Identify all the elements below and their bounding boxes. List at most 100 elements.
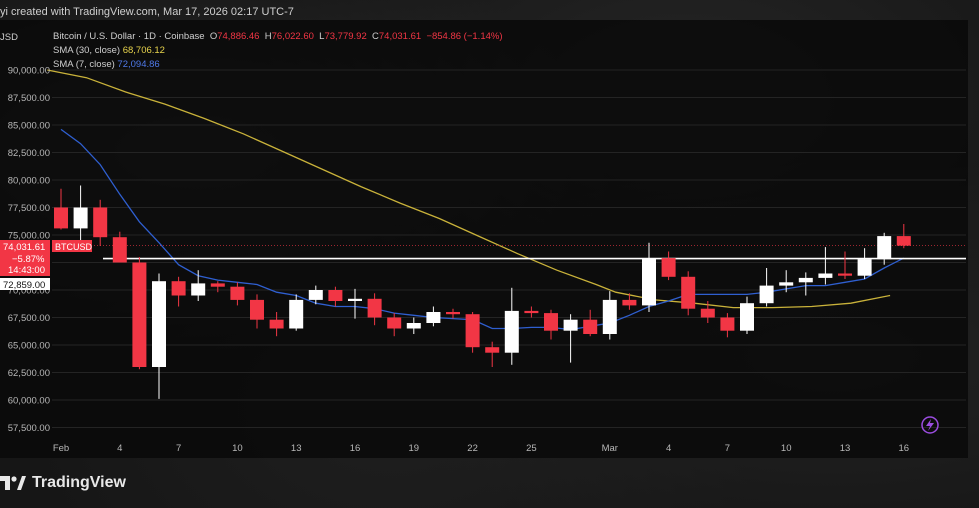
candle bbox=[171, 276, 186, 307]
x-tick-label: 10 bbox=[232, 443, 243, 454]
candle bbox=[230, 282, 245, 306]
replay-icon[interactable] bbox=[921, 416, 939, 434]
x-tick-label: 4 bbox=[666, 443, 671, 454]
candle-body bbox=[152, 281, 166, 367]
candle bbox=[112, 231, 127, 263]
candle-body bbox=[289, 299, 304, 329]
y-tick-label: 77,500.00 bbox=[8, 203, 50, 214]
candlestick-chart[interactable]: 90,000.00 87,500.00 85,000.00 82,500.00 80,0… bbox=[0, 0, 979, 508]
x-tick-label: Feb bbox=[53, 443, 69, 454]
candle-body bbox=[661, 258, 676, 277]
sma30-line bbox=[47, 69, 891, 309]
candle bbox=[544, 309, 558, 340]
candle bbox=[250, 294, 264, 329]
candle-body bbox=[857, 259, 872, 276]
candle bbox=[426, 306, 441, 327]
candle-body bbox=[642, 258, 656, 306]
candle-body bbox=[230, 286, 245, 300]
candle-body bbox=[210, 283, 225, 287]
candle-body bbox=[367, 298, 382, 318]
x-tick-label: 13 bbox=[840, 443, 851, 454]
tradingview-brand-text: TradingView bbox=[32, 474, 126, 491]
candle bbox=[661, 251, 676, 281]
candle-body bbox=[191, 283, 206, 296]
candle bbox=[191, 270, 206, 301]
candle bbox=[563, 314, 578, 363]
y-tick-label: 67,500.00 bbox=[8, 313, 50, 324]
pct-badge: −5.87% bbox=[12, 254, 45, 265]
candle bbox=[210, 281, 225, 293]
candle bbox=[779, 270, 794, 293]
candle-body bbox=[73, 207, 88, 229]
x-tick-label: 22 bbox=[467, 443, 478, 454]
candle bbox=[387, 313, 402, 337]
y-tick-label: 87,500.00 bbox=[8, 93, 50, 104]
candle bbox=[583, 309, 598, 337]
candle bbox=[289, 294, 304, 331]
candle bbox=[720, 313, 735, 338]
line-price-badge: 72,859.00 bbox=[3, 280, 45, 291]
x-tick-label: 16 bbox=[350, 443, 361, 454]
candle-body bbox=[112, 237, 127, 263]
y-tick-label: 57,500.00 bbox=[8, 423, 50, 434]
candle bbox=[93, 199, 108, 246]
candle-body bbox=[720, 317, 735, 331]
x-tick-label: 16 bbox=[899, 443, 910, 454]
tradingview-logo-icon bbox=[0, 476, 26, 490]
candle-body bbox=[308, 290, 323, 300]
candle bbox=[642, 242, 656, 312]
candle bbox=[504, 287, 519, 365]
candle-body bbox=[465, 314, 480, 348]
candle-body bbox=[426, 312, 441, 323]
candle-body bbox=[818, 273, 833, 278]
candle bbox=[877, 232, 892, 265]
x-tick-label: 13 bbox=[291, 443, 302, 454]
candle bbox=[54, 188, 68, 230]
candle-body bbox=[504, 310, 519, 353]
y-tick-label: 75,000.00 bbox=[8, 231, 50, 242]
candle-body bbox=[798, 277, 813, 283]
candle-body bbox=[877, 236, 892, 260]
candle-body bbox=[485, 347, 500, 353]
candle-body bbox=[54, 207, 68, 229]
candle bbox=[759, 268, 774, 307]
candle bbox=[602, 291, 617, 340]
candle bbox=[406, 317, 421, 334]
candle-body bbox=[524, 310, 539, 314]
candle bbox=[367, 293, 382, 326]
x-tick-label: 7 bbox=[725, 443, 730, 454]
candle bbox=[524, 306, 539, 318]
candle bbox=[838, 251, 852, 279]
candle bbox=[818, 247, 833, 285]
y-tick-label: 82,500.00 bbox=[8, 148, 50, 159]
ticker-badge: BTCUSD bbox=[55, 242, 93, 252]
candle bbox=[269, 312, 284, 337]
y-tick-label: 80,000.00 bbox=[8, 176, 50, 187]
x-tick-label: 25 bbox=[526, 443, 537, 454]
candle-body bbox=[779, 282, 794, 286]
candle bbox=[348, 288, 362, 319]
price-badge: 74,031.61 bbox=[3, 242, 45, 253]
candle-body bbox=[93, 207, 108, 238]
x-tick-label: Mar bbox=[602, 443, 618, 454]
x-tick-label: 10 bbox=[781, 443, 792, 454]
candle-body bbox=[132, 262, 147, 367]
x-tick-label: 4 bbox=[117, 443, 122, 454]
candle-body bbox=[348, 298, 362, 301]
sma7-line bbox=[60, 128, 905, 331]
candle-body bbox=[583, 319, 598, 334]
candle-body bbox=[250, 299, 264, 320]
candle-body bbox=[446, 312, 460, 315]
candle-body bbox=[838, 273, 852, 276]
footer-brand: TradingView bbox=[0, 472, 126, 494]
candle-body bbox=[740, 303, 754, 331]
candle-body bbox=[896, 236, 911, 246]
candle-body bbox=[328, 290, 343, 301]
candle bbox=[798, 272, 813, 296]
candle bbox=[152, 273, 166, 399]
candle bbox=[740, 296, 754, 334]
candle bbox=[857, 248, 872, 279]
candle-body bbox=[759, 285, 774, 304]
candle-body bbox=[681, 276, 696, 309]
candle-body bbox=[544, 313, 558, 331]
